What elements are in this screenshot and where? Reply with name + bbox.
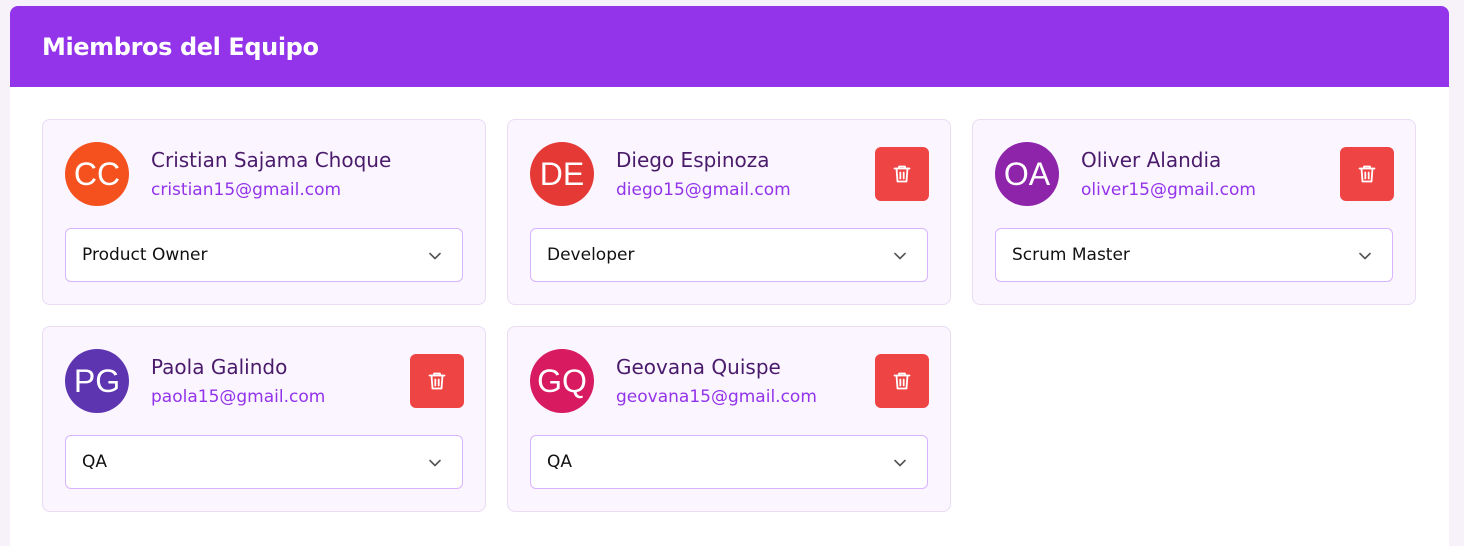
role-select-value: QA — [82, 452, 108, 472]
role-select[interactable]: Developer — [530, 228, 928, 282]
role-select[interactable]: QA — [530, 435, 928, 489]
team-members-panel: Miembros del Equipo CC Cristian Sajama C… — [10, 6, 1449, 546]
panel-title: Miembros del Equipo — [42, 32, 319, 61]
member-name: Paola Galindo — [151, 355, 288, 379]
member-name: Diego Espinoza — [616, 148, 770, 172]
trash-icon — [1358, 165, 1376, 183]
role-select-value: Product Owner — [82, 245, 208, 265]
role-select[interactable]: Product Owner — [65, 228, 463, 282]
delete-member-button[interactable] — [875, 147, 929, 201]
avatar: PG — [65, 349, 129, 413]
avatar: OA — [995, 142, 1059, 206]
avatar: CC — [65, 142, 129, 206]
role-select-value: Developer — [547, 245, 635, 265]
member-card: OA Oliver Alandia oliver15@gmail.com Scr… — [972, 119, 1416, 305]
member-card: PG Paola Galindo paola15@gmail.com QA — [42, 326, 486, 512]
member-grid: CC Cristian Sajama Choque cristian15@gma… — [42, 119, 1416, 512]
member-email: oliver15@gmail.com — [1081, 180, 1256, 200]
member-email: diego15@gmail.com — [616, 180, 791, 200]
member-email: geovana15@gmail.com — [616, 387, 817, 407]
chevron-down-icon — [429, 459, 441, 467]
member-email: cristian15@gmail.com — [151, 180, 342, 200]
avatar: GQ — [530, 349, 594, 413]
trash-icon — [893, 372, 911, 390]
chevron-down-icon — [894, 252, 906, 260]
panel-header: Miembros del Equipo — [10, 6, 1449, 87]
delete-member-button[interactable] — [410, 354, 464, 408]
member-card: CC Cristian Sajama Choque cristian15@gma… — [42, 119, 486, 305]
avatar: DE — [530, 142, 594, 206]
role-select[interactable]: Scrum Master — [995, 228, 1393, 282]
role-select-value: QA — [547, 452, 573, 472]
member-card: GQ Geovana Quispe geovana15@gmail.com QA — [507, 326, 951, 512]
member-name: Cristian Sajama Choque — [151, 148, 392, 172]
chevron-down-icon — [429, 252, 441, 260]
trash-icon — [428, 372, 446, 390]
role-select[interactable]: QA — [65, 435, 463, 489]
chevron-down-icon — [1359, 252, 1371, 260]
delete-member-button[interactable] — [1340, 147, 1394, 201]
member-email: paola15@gmail.com — [151, 387, 326, 407]
trash-icon — [893, 165, 911, 183]
member-card: DE Diego Espinoza diego15@gmail.com Deve… — [507, 119, 951, 305]
chevron-down-icon — [894, 459, 906, 467]
member-name: Geovana Quispe — [616, 355, 781, 379]
delete-member-button[interactable] — [875, 354, 929, 408]
member-name: Oliver Alandia — [1081, 148, 1222, 172]
role-select-value: Scrum Master — [1012, 245, 1130, 265]
